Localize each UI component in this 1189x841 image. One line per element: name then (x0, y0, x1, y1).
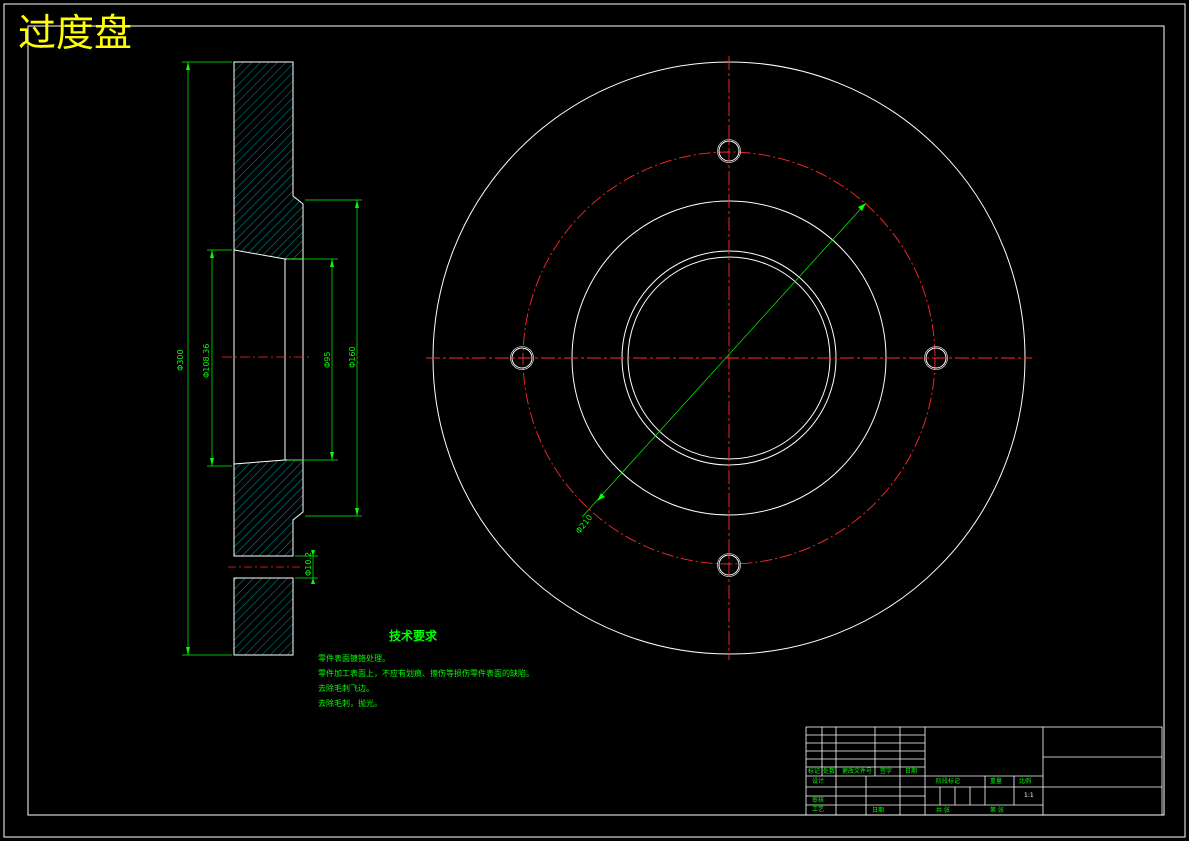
dim-overall-height: Φ300 (176, 349, 185, 371)
dim-bore-b: Φ95 (323, 351, 332, 368)
tb-label-review: 审核 (812, 797, 825, 804)
tb-scale-value: 1:1 (1024, 792, 1034, 799)
hatch-bottom (233, 577, 294, 656)
tb-label-process: 工艺 (812, 806, 825, 813)
outer-frame (3, 3, 1186, 838)
tb-label-count: 处数 (823, 768, 836, 775)
tech-requirements-list: 零件表面镀铬处理。 零件加工表面上，不应有划痕、擦伤等损伤零件表面的缺陷。 去除… (318, 651, 534, 711)
hatch-upper (233, 61, 304, 260)
tech-requirement-item: 去除毛刺，抛光。 (318, 699, 382, 708)
pitch-dim-line (581, 202, 867, 518)
tech-requirement-item: 零件表面镀铬处理。 (318, 654, 390, 663)
dim-boss: Φ160 (348, 346, 357, 368)
tech-requirements-title: 技术要求 (389, 629, 438, 643)
tb-label-sign: 签字 (880, 768, 893, 775)
cad-drawing (3, 3, 1186, 838)
tb-label-weight: 重量 (990, 778, 1003, 785)
tb-label-mark: 标记 (808, 768, 821, 775)
tb-label-change-doc: 更改文件号 (842, 768, 873, 775)
tb-label-stage: 阶段标记 (936, 778, 961, 785)
drawing-title: 过度盘 (18, 11, 133, 55)
dim-hole-gap: Φ10.2 (304, 551, 313, 576)
inner-frame (27, 25, 1165, 816)
tech-requirement-item: 零件加工表面上，不应有划痕、擦伤等损伤零件表面的缺陷。 (318, 669, 534, 678)
front-view (426, 56, 1032, 660)
tb-label-design-date: 日期 (872, 807, 885, 814)
tb-label-scale: 比例 (1019, 778, 1032, 785)
tb-label-design: 设计 (812, 778, 825, 785)
dim-bore-a: Φ108.36 (202, 343, 211, 378)
tb-label-date: 日期 (905, 768, 918, 775)
tech-requirement-item: 去除毛刺飞边。 (318, 684, 374, 693)
tb-label-sheets-total: 共 张 (936, 807, 950, 814)
hatch-lower (233, 459, 304, 557)
tb-label-sheet-no: 第 张 (990, 807, 1004, 814)
